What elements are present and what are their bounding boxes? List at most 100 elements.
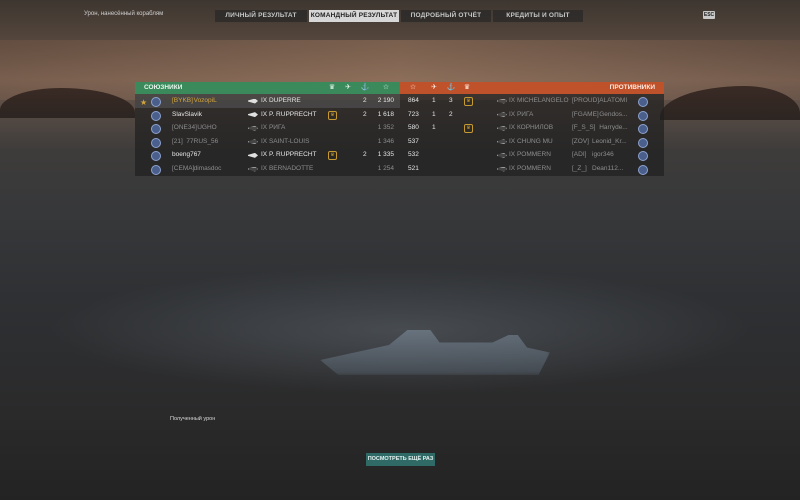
ship-class-icon	[248, 166, 258, 172]
rank-badge-icon	[638, 165, 648, 175]
table-row[interactable]: 521 IX POMMERN [_Z_] Dean112...	[400, 162, 664, 176]
ship-class-icon	[248, 152, 258, 158]
table-row[interactable]: SlavSlavik IX P. RUPPRECHT ♛ 2 1 618	[135, 108, 400, 122]
tab-team-result[interactable]: КОМАНДНЫЙ РЕЗУЛЬТАТ	[309, 10, 399, 22]
damage-value: 521	[408, 165, 419, 172]
ship-name: IX SAINT-LOUIS	[261, 137, 310, 145]
ship-name: IX DUPERRE	[261, 97, 301, 104]
planes-icon: ✈	[431, 84, 437, 91]
player-clan: [PROUD]	[572, 97, 600, 104]
ship-name: IX POMMERN	[509, 165, 551, 172]
rank-badge-icon	[638, 151, 648, 162]
table-row[interactable]: [21] 77RUS_56 IX SAINT-LOUIS 1 346	[135, 135, 400, 149]
enemies-header: ☆ ✈ ⚓ ♛ ПРОТИВНИКИ	[400, 82, 664, 94]
table-row[interactable]: [CEMA] dimasdoc IX BERNADOTTE 1 254	[135, 162, 400, 176]
allies-title: СОЮЗНИКИ	[144, 84, 183, 91]
player-clan: [F_S_S]	[572, 124, 596, 132]
damage-value: 1 352	[377, 124, 394, 132]
ship-name: IX P. RUPPRECHT	[261, 151, 317, 159]
ship-class-icon	[497, 152, 507, 158]
frags-value: 3	[449, 97, 453, 104]
rank-badge-icon	[638, 137, 648, 148]
table-row[interactable]: ★ [BYKB] VozopiL IX DUPERRE 2 2 190	[135, 94, 400, 108]
player-name: ALATOMI	[599, 97, 628, 104]
player-clan: [_Z_]	[572, 165, 587, 172]
table-row[interactable]: 864 1 3 ♛ IX MICHELANGELO [PROUD] ALATOMI	[400, 94, 664, 108]
rank-badge-icon	[151, 97, 161, 107]
allies-table: ★ [BYKB] VozopiL IX DUPERRE 2 2 190 SlavSlavik…	[135, 94, 400, 176]
damage-value: 1 618	[377, 110, 394, 118]
ship-class-icon	[248, 112, 258, 118]
medal-icon: ♛	[328, 151, 337, 161]
player-name: VozopiL	[193, 97, 217, 104]
table-row[interactable]: [ONE34] UGHO IX РИГА 1 352	[135, 121, 400, 135]
ship-silhouette	[320, 330, 550, 375]
player-name: Gendos...	[599, 110, 628, 118]
esc-button[interactable]: ESC	[703, 11, 715, 19]
frags-value: 2	[449, 110, 453, 118]
frags-value: 2	[363, 110, 367, 118]
ship-class-icon	[497, 98, 507, 104]
rank-badge-icon	[151, 124, 161, 135]
player-name: Leonid_Kr...	[592, 137, 627, 145]
rank-badge-icon	[151, 151, 161, 162]
player-clan: [FGAME]	[572, 110, 599, 118]
player-name: dimasdoc	[193, 165, 222, 172]
damage-value: 532	[408, 151, 419, 159]
watch-again-button[interactable]: ПОСМОТРЕТЬ ЕЩЁ РАЗ	[366, 453, 435, 466]
damage-value: 580	[408, 124, 419, 132]
damage-value: 2 190	[377, 97, 394, 104]
allies-header: СОЮЗНИКИ ♛ ✈ ⚓ ☆	[135, 82, 400, 94]
rank-badge-icon	[151, 137, 161, 148]
planes-value: 1	[432, 110, 436, 118]
table-row[interactable]: 723 1 2 IX РИГА [FGAME] Gendos...	[400, 108, 664, 122]
rank-badge-icon	[638, 124, 648, 135]
medal-icon: ♛	[328, 110, 337, 120]
player-clan: [ZOV]	[572, 137, 589, 145]
table-row[interactable]: boeng767 IX P. RUPPRECHT ♛ 2 1 335	[135, 148, 400, 162]
tab-personal-result[interactable]: ЛИЧНЫЙ РЕЗУЛЬТАТ	[215, 10, 307, 22]
tab-credits-xp[interactable]: КРЕДИТЫ И ОПЫТ	[493, 10, 583, 22]
player-clan: [BYKB]	[172, 97, 193, 104]
damage-value: 1 335	[377, 151, 394, 159]
enemies-table: 864 1 3 ♛ IX MICHELANGELO [PROUD] ALATOMI 723 1 2…	[400, 94, 664, 176]
ship-class-icon	[248, 98, 258, 104]
star-icon: ☆	[409, 84, 417, 91]
result-tabs: ЛИЧНЫЙ РЕЗУЛЬТАТ КОМАНДНЫЙ РЕЗУЛЬТАТ ПОД…	[215, 10, 583, 22]
tab-detailed-report[interactable]: ПОДРОБНЫЙ ОТЧЁТ	[401, 10, 491, 22]
planes-value: 1	[432, 97, 436, 104]
rank-badge-icon	[151, 110, 161, 121]
player-name: SlavSlavik	[172, 110, 202, 118]
frags-icon: ⚓	[446, 84, 456, 91]
frags-icon: ⚓	[360, 84, 370, 91]
player-name: Dean112...	[592, 165, 624, 172]
ship-name: IX РИГА	[261, 124, 286, 132]
table-row[interactable]: 532 IX POMMERN [ADI] igor346	[400, 148, 664, 162]
ship-class-icon	[248, 139, 258, 145]
player-clan: [ONE34]	[172, 124, 197, 132]
player-name: igor346	[592, 151, 614, 159]
damage-value: 864	[408, 97, 419, 104]
ship-name: IX BERNADOTTE	[261, 165, 314, 172]
ship-class-icon	[497, 125, 507, 131]
ship-name: IX P. RUPPRECHT	[261, 110, 317, 118]
planes-value: 1	[432, 124, 436, 132]
table-row[interactable]: 580 1 ♛ IX КОРНИЛОВ [F_S_S] Harryde...	[400, 121, 664, 135]
ship-name: IX РИГА	[509, 110, 534, 118]
ship-name: IX КОРНИЛОВ	[509, 124, 554, 132]
player-name: 77RUS_56	[186, 137, 219, 145]
player-clan: [21]	[172, 137, 183, 145]
player-name: Harryde...	[599, 124, 628, 132]
medal-icon: ♛	[328, 84, 336, 91]
table-row[interactable]: 537 IX CHUNG MU [ZOV] Leonid_Kr...	[400, 135, 664, 149]
damage-value: 1 346	[377, 137, 394, 145]
damage-value: 723	[408, 110, 419, 118]
planes-icon: ✈	[345, 84, 351, 91]
medal-icon: ♛	[464, 97, 473, 106]
ship-name: IX CHUNG MU	[509, 137, 553, 145]
ship-class-icon	[497, 112, 507, 118]
ship-class-icon	[497, 139, 507, 145]
player-name: UGHO	[197, 124, 217, 132]
ship-name: IX MICHELANGELO	[509, 97, 569, 104]
ship-name: IX POMMERN	[509, 151, 551, 159]
